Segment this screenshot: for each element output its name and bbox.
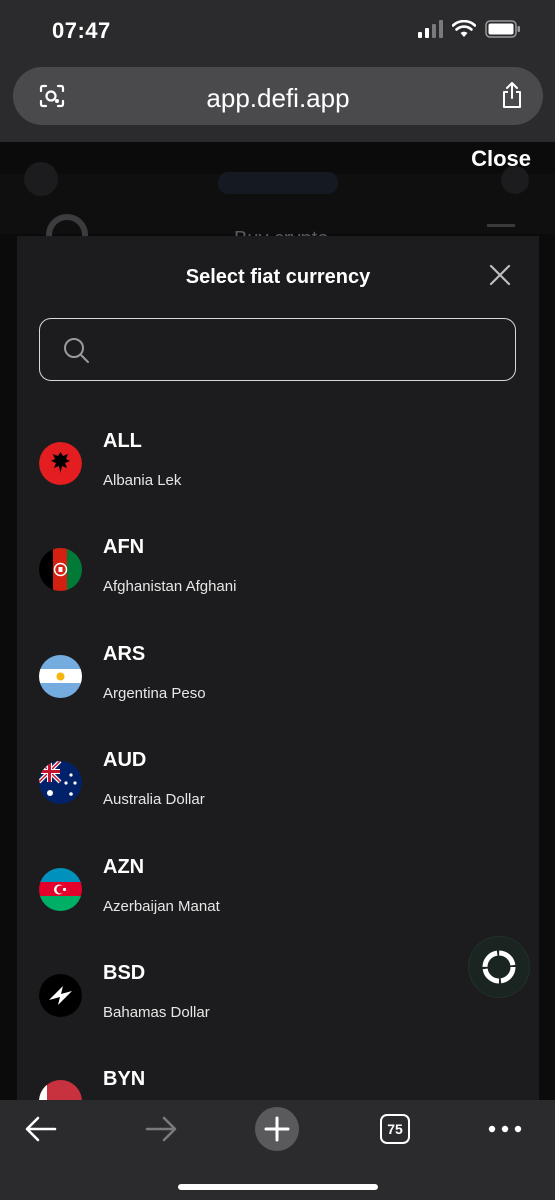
currency-code: AUD [103,749,147,772]
floating-defi-button[interactable] [469,937,529,997]
currency-code: AZN [103,855,145,878]
currency-list: ALL Albania Lek AFN Afghanistan Afghani [17,424,539,1100]
tabs-button[interactable]: 75 [378,1100,412,1158]
battery-icon [485,20,520,38]
more-icon [488,1125,522,1133]
bahamas-currency-icon [39,973,82,1017]
modal-title: Select fiat currency [185,266,371,288]
currency-name: Bahamas Dollar [103,1003,210,1021]
currency-code: BYN [103,1068,146,1091]
currency-item-byn[interactable]: BYN [17,1062,539,1100]
currency-item-all[interactable]: ALL Albania Lek [17,424,539,530]
signal-icon [418,20,443,38]
close-button[interactable]: Close [471,146,531,172]
url-text: app.defi.app [206,83,350,113]
currency-name: Azerbaijan Manat [103,897,220,915]
new-tab-button[interactable] [254,1100,300,1158]
search-input[interactable] [102,319,502,379]
currency-code: ARS [103,642,146,665]
wifi-icon [452,20,476,37]
close-icon[interactable] [487,262,513,288]
currency-name: Albania Lek [103,472,182,489]
back-button[interactable] [18,1100,64,1158]
currency-item-aud[interactable]: AUD Australia Dollar [17,743,539,849]
forward-button[interactable] [138,1100,184,1158]
azerbaijan-flag-icon [39,867,82,911]
currency-name: Australia Dollar [103,791,205,809]
home-indicator [178,1184,378,1190]
status-bar: 07:47 [0,0,555,62]
currency-item-bsd[interactable]: BSD Bahamas Dollar [17,956,539,1062]
share-icon[interactable] [501,81,523,109]
background-avatar [24,162,58,196]
currency-name: Afghanistan Afghani [103,578,237,596]
search-icon [64,338,89,363]
currency-item-afn[interactable]: AFN Afghanistan Afghani [17,530,539,636]
albania-flag-icon [39,442,82,485]
currency-code: BSD [103,961,146,984]
back-arrow-icon [25,1116,57,1142]
status-icons [417,20,521,38]
currency-item-ars[interactable]: ARS Argentina Peso [17,637,539,743]
background-wallet-pill [218,172,338,194]
currency-code: ALL [103,430,142,452]
belarus-flag-icon [39,1080,82,1100]
forward-arrow-icon [145,1116,177,1142]
currency-name: Argentina Peso [103,684,206,702]
defi-logo-icon [482,950,516,984]
tab-count: 75 [387,1121,403,1137]
argentina-flag-icon [39,654,82,698]
status-time: 07:47 [52,18,111,43]
search-box[interactable] [39,318,516,381]
afghanistan-flag-icon [39,548,82,592]
currency-modal: Select fiat currency ALL Albania Lek AFN… [17,236,539,1100]
currency-code: AFN [103,536,145,559]
browser-address-bar: app.defi.app [0,62,555,142]
australia-flag-icon [39,761,82,805]
browser-toolbar: 75 [0,1100,555,1200]
more-button[interactable] [486,1100,524,1158]
plus-icon [255,1107,299,1151]
url-field[interactable]: app.defi.app [13,67,543,125]
currency-item-azn[interactable]: AZN Azerbaijan Manat [17,850,539,956]
tabs-icon: 75 [380,1114,410,1144]
